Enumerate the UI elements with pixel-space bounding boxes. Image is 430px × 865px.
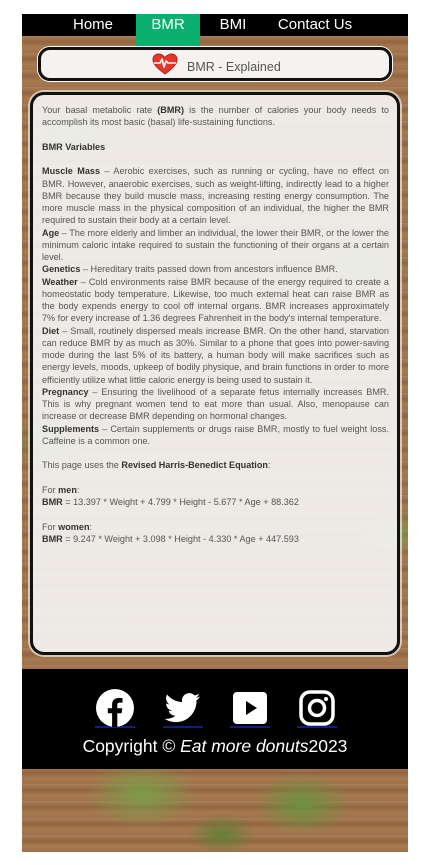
instagram-icon <box>299 690 335 726</box>
variable-muscle-mass: Muscle Mass – Aerobic exercises, such as… <box>42 165 389 226</box>
men-label-post: : <box>76 484 80 495</box>
variables-heading: BMR Variables <box>42 141 106 152</box>
instagram-link[interactable] <box>297 688 337 728</box>
nav-contact-us[interactable]: Contact Us <box>272 14 358 36</box>
variable-term: Diet <box>42 325 60 336</box>
men-label: For men: <box>42 484 389 496</box>
page-title: BMR - Explained <box>187 60 281 74</box>
men-label-pre: For <box>42 484 59 495</box>
variable-term: Weather <box>42 276 78 287</box>
equation-intro: This page uses the Revised Harris-Benedi… <box>42 459 389 471</box>
variable-genetics: Genetics – Hereditary traits passed down… <box>42 263 389 275</box>
nav-bmi[interactable]: BMI <box>208 14 258 36</box>
top-nav: Home BMR BMI Contact Us <box>22 14 408 48</box>
variable-supplements: Supplements – Certain supplements or dru… <box>42 423 389 448</box>
nav-bmr[interactable]: BMR <box>136 14 200 48</box>
men-formula-text: = 13.397 * Weight + 4.799 * Height - 5.6… <box>62 497 299 507</box>
variable-description: – Ensuring the livelihood of a separate … <box>42 386 389 422</box>
women-formula-label: BMR <box>42 533 63 544</box>
equation-colon: : <box>267 460 271 471</box>
copyright-brand: Eat more donuts <box>180 736 309 756</box>
twitter-link[interactable] <box>163 688 203 728</box>
variable-description: – Hereditary traits passed down from anc… <box>80 264 338 275</box>
women-formula: BMR = 9.247 * Weight + 3.098 * Height - … <box>42 533 389 545</box>
intro-text: Your basal metabolic rate <box>42 105 158 115</box>
twitter-icon <box>164 693 200 723</box>
men-label-bold: men <box>58 484 77 495</box>
equation-intro-text: This page uses the <box>42 460 122 471</box>
facebook-icon <box>96 689 134 727</box>
youtube-link[interactable] <box>230 688 270 728</box>
variable-description: – Cold environments raise BMR because of… <box>42 276 389 324</box>
heart-icon <box>152 53 178 75</box>
variable-term: Age <box>42 227 60 238</box>
variable-term: Genetics <box>42 264 81 275</box>
variable-age: Age – The more elderly and limber an ind… <box>42 227 389 264</box>
copyright-prefix: Copyright © <box>82 736 181 756</box>
women-formula-text: = 9.247 * Weight + 3.098 * Height - 4.33… <box>62 533 299 544</box>
intro-bmr-term: (BMR) <box>157 105 185 115</box>
page: Home BMR BMI Contact Us BMR - Explained … <box>22 14 408 852</box>
women-label-bold: women <box>58 521 90 532</box>
variable-pregnancy: Pregnancy – Ensuring the livelihood of a… <box>42 386 389 423</box>
women-label-post: : <box>89 521 93 532</box>
women-label-pre: For <box>42 521 59 532</box>
variable-description: – Small, routinely dispersed meals incre… <box>42 325 389 385</box>
page-title-box: BMR - Explained <box>38 47 392 81</box>
bmr-explanation-panel: Your basal metabolic rate (BMR) is the n… <box>30 92 400 655</box>
equation-name: Revised Harris-Benedict Equation <box>121 460 268 471</box>
footer: Copyright © Eat more donuts2023 <box>22 669 408 769</box>
copyright: Copyright © Eat more donuts2023 <box>22 736 408 757</box>
facebook-link[interactable] <box>95 688 135 728</box>
copyright-year: 2023 <box>308 736 348 756</box>
women-label: For women: <box>42 521 389 533</box>
variable-term: Pregnancy <box>42 386 89 397</box>
variable-weather: Weather – Cold environments raise BMR be… <box>42 276 389 325</box>
variable-description: – The more elderly and limber an individ… <box>42 227 389 263</box>
intro-paragraph: Your basal metabolic rate (BMR) is the n… <box>42 104 389 129</box>
nav-home[interactable]: Home <box>60 14 126 36</box>
men-formula: BMR = 13.397 * Weight + 4.799 * Height -… <box>42 496 389 508</box>
youtube-icon <box>233 692 267 724</box>
variable-term: Muscle Mass <box>42 166 100 177</box>
variable-term: Supplements <box>42 423 100 434</box>
variable-diet: Diet – Small, routinely dispersed meals … <box>42 325 389 386</box>
men-formula-label: BMR <box>42 497 63 507</box>
